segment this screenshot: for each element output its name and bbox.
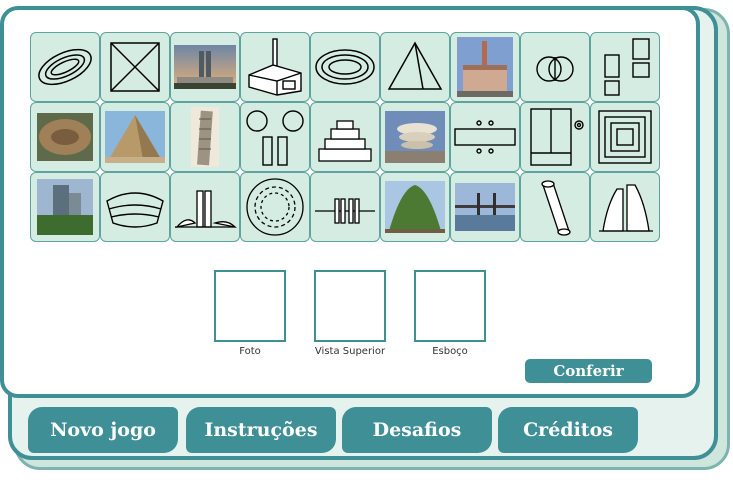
- tile[interactable]: [380, 32, 450, 102]
- tile[interactable]: [100, 102, 170, 172]
- tile[interactable]: [310, 172, 380, 242]
- tile[interactable]: [240, 32, 310, 102]
- tile[interactable]: [30, 102, 100, 172]
- tab-instructions[interactable]: Instruções: [186, 407, 336, 453]
- tile[interactable]: [170, 32, 240, 102]
- check-button[interactable]: Conferir: [525, 359, 652, 383]
- tile[interactable]: [590, 172, 660, 242]
- leaning-cylinder-icon: [541, 180, 571, 236]
- tile[interactable]: [240, 102, 310, 172]
- bridge-photo: [455, 183, 515, 231]
- photo-slot-label: Foto: [239, 346, 261, 357]
- photo-slot[interactable]: [214, 270, 286, 342]
- factory-chimney-photo: [457, 37, 513, 97]
- tile[interactable]: [590, 32, 660, 102]
- tile[interactable]: [520, 102, 590, 172]
- main-menu: Novo jogo Instruções Desafios Créditos: [28, 407, 638, 453]
- twin-towers-bowls-icon: [175, 190, 237, 229]
- bridge-top-view-icon: [454, 120, 516, 154]
- tile[interactable]: [450, 102, 520, 172]
- curved-towers-icon: [599, 184, 653, 232]
- top-view-slot-label: Vista Superior: [314, 346, 386, 357]
- concentric-squares-icon: [598, 110, 652, 164]
- tab-challenges[interactable]: Desafios: [342, 407, 492, 453]
- tab-new-game[interactable]: Novo jogo: [28, 407, 178, 453]
- tab-credits[interactable]: Créditos: [498, 407, 638, 453]
- bridge-pillars-icon: [315, 198, 375, 224]
- split-building-plan-icon: [530, 108, 584, 166]
- leaning-tower-photo: [191, 107, 219, 167]
- square-with-diagonals-icon: [110, 42, 160, 92]
- tile[interactable]: [30, 172, 100, 242]
- tile[interactable]: [170, 172, 240, 242]
- pyramid-icon: [387, 41, 443, 90]
- oval-ring-perspective-icon: [38, 48, 92, 86]
- tile[interactable]: [170, 102, 240, 172]
- tile-grid: [30, 32, 660, 242]
- tile[interactable]: [450, 32, 520, 102]
- pyramid-photo: [105, 111, 165, 163]
- tile[interactable]: [240, 172, 310, 242]
- stadium-top-view-icon: [315, 49, 375, 85]
- congress-building-photo: [174, 45, 236, 89]
- curved-building-icon: [106, 192, 164, 228]
- tile[interactable]: [100, 32, 170, 102]
- circles-and-bars-icon: [246, 110, 304, 166]
- tile[interactable]: [30, 32, 100, 102]
- offset-rectangles-icon: [604, 38, 650, 96]
- tile[interactable]: [100, 172, 170, 242]
- sketch-slot-label: Esboço: [432, 346, 468, 357]
- guggenheim-photo: [385, 111, 445, 163]
- overlapping-circles-icon: [536, 56, 574, 82]
- colosseum-photo: [37, 113, 93, 161]
- tile[interactable]: [380, 102, 450, 172]
- tile[interactable]: [450, 172, 520, 242]
- stadium-seats-circle-icon: [246, 178, 304, 236]
- top-view-slot[interactable]: [314, 270, 386, 342]
- green-building-photo: [385, 181, 445, 233]
- tile[interactable]: [520, 172, 590, 242]
- tile[interactable]: [520, 32, 590, 102]
- tile[interactable]: [310, 32, 380, 102]
- tile[interactable]: [590, 102, 660, 172]
- sketch-slot[interactable]: [414, 270, 486, 342]
- factory-with-chimney-icon: [248, 38, 302, 96]
- tile[interactable]: [310, 102, 380, 172]
- towers-trees-photo: [37, 179, 93, 235]
- tile[interactable]: [380, 172, 450, 242]
- stepped-ziggurat-icon: [318, 120, 372, 162]
